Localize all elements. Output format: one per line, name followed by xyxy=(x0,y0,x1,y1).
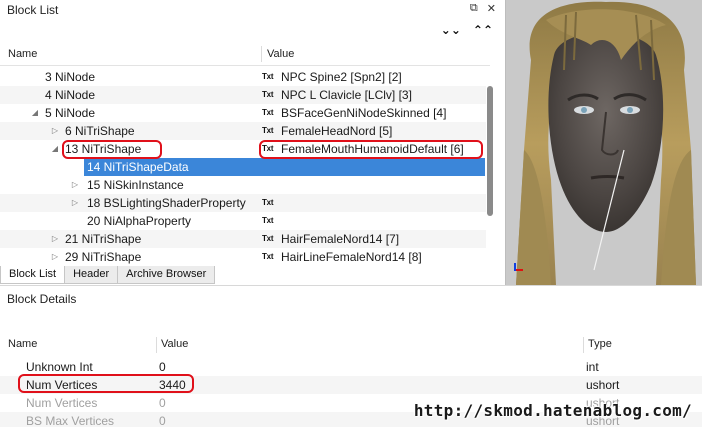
head-model-render xyxy=(514,1,696,285)
details-row[interactable]: Unknown Int 0 int xyxy=(0,358,702,376)
field-name: BS Max Vertices xyxy=(26,414,115,427)
block-name: 20 NiAlphaProperty xyxy=(87,214,192,228)
tree-scrollbar[interactable] xyxy=(486,66,494,266)
tree-row[interactable]: ▷ 29 NiTriShape Txt HairLineFemaleNord14… xyxy=(0,248,486,266)
panel-tabs: Block List Header Archive Browser xyxy=(0,266,216,284)
collapse-buttons: ⌄⌄ ⌃⌃ xyxy=(441,23,493,37)
column-header-value[interactable]: Value xyxy=(267,48,294,60)
column-header-value[interactable]: Value xyxy=(161,338,188,350)
tree-row[interactable]: 20 NiAlphaProperty Txt xyxy=(0,212,486,230)
block-details-title: Block Details xyxy=(7,292,77,306)
tab-archive-browser[interactable]: Archive Browser xyxy=(117,266,216,284)
field-type: int xyxy=(586,360,599,374)
field-name: Num Vertices xyxy=(26,396,98,410)
block-list-title: Block List xyxy=(7,3,59,17)
float-panel-icon[interactable]: ⧉ xyxy=(470,2,478,15)
column-header-name[interactable]: Name xyxy=(8,48,37,60)
block-name: 21 NiTriShape xyxy=(65,232,142,246)
tree-row[interactable]: ◢ 13 NiTriShape Txt FemaleMouthHumanoidD… xyxy=(0,140,486,158)
column-divider[interactable] xyxy=(156,337,157,353)
render-viewport[interactable] xyxy=(505,0,702,285)
block-value: HairFemaleNord14 [7] xyxy=(281,232,400,246)
expand-all-icon[interactable]: ⌄⌄ xyxy=(441,23,461,37)
tree-row[interactable]: ▷ 18 BSLightingShaderProperty Txt xyxy=(0,194,486,212)
text-value-icon: Txt xyxy=(262,108,274,117)
text-value-icon: Txt xyxy=(262,90,274,99)
block-name: 29 NiTriShape xyxy=(65,250,142,264)
block-name: 15 NiSkinInstance xyxy=(87,178,184,192)
text-value-icon: Txt xyxy=(262,216,274,225)
tree-header: Name Value xyxy=(0,42,490,66)
block-value: BSFaceGenNiNodeSkinned [4] xyxy=(281,106,447,120)
tree-row[interactable]: 3 NiNode Txt NPC Spine2 [Spn2] [2] xyxy=(0,68,486,86)
tab-block-list[interactable]: Block List xyxy=(0,266,66,284)
watermark-url: http://skmod.hatenablog.com/ xyxy=(413,401,692,420)
block-value: NPC Spine2 [Spn2] [2] xyxy=(281,70,402,84)
panel-title-buttons: ⧉ ✕ xyxy=(470,2,496,15)
collapse-all-icon[interactable]: ⌃⌃ xyxy=(473,23,493,37)
block-name: 6 NiTriShape xyxy=(65,124,135,138)
field-name: Unknown Int xyxy=(26,360,93,374)
expanded-arrow-icon[interactable]: ◢ xyxy=(50,140,60,158)
column-divider[interactable] xyxy=(261,46,262,62)
text-value-icon: Txt xyxy=(262,234,274,243)
details-row[interactable]: Num Vertices 3440 ushort xyxy=(0,376,702,394)
details-header: Name Value Type xyxy=(0,334,702,356)
block-value: FemaleMouthHumanoidDefault [6] xyxy=(281,142,464,156)
close-panel-icon[interactable]: ✕ xyxy=(487,2,496,15)
field-value[interactable]: 3440 xyxy=(159,376,186,394)
field-value[interactable]: 0 xyxy=(159,358,166,376)
block-name: 14 NiTriShapeData xyxy=(84,158,485,176)
tab-header[interactable]: Header xyxy=(64,266,119,284)
collapsed-arrow-icon[interactable]: ▷ xyxy=(50,248,60,266)
field-type: ushort xyxy=(586,378,620,392)
block-name: 4 NiNode xyxy=(45,88,96,102)
tree-row-selected[interactable]: 14 NiTriShapeData xyxy=(0,158,486,176)
block-details-panel: Block Details Name Value Type Unknown In… xyxy=(0,285,702,427)
block-name: 13 NiTriShape xyxy=(65,142,142,156)
scrollbar-thumb[interactable] xyxy=(487,86,493,216)
tree-row[interactable]: ▷ 21 NiTriShape Txt HairFemaleNord14 [7] xyxy=(0,230,486,248)
block-value: FemaleHeadNord [5] xyxy=(281,124,393,138)
tree-row[interactable]: ◢ 5 NiNode Txt BSFaceGenNiNodeSkinned [4… xyxy=(0,104,486,122)
block-tree: 3 NiNode Txt NPC Spine2 [Spn2] [2] 4 NiN… xyxy=(0,68,486,266)
expanded-arrow-icon[interactable]: ◢ xyxy=(30,104,40,122)
text-value-icon: Txt xyxy=(262,198,274,207)
tree-row[interactable]: ▷ 15 NiSkinInstance xyxy=(0,176,486,194)
field-name: Num Vertices xyxy=(26,378,98,392)
tree-row[interactable]: 4 NiNode Txt NPC L Clavicle [LClv] [3] xyxy=(0,86,486,104)
column-divider[interactable] xyxy=(583,337,584,353)
block-value: NPC L Clavicle [LClv] [3] xyxy=(281,88,412,102)
collapsed-arrow-icon[interactable]: ▷ xyxy=(70,194,80,212)
field-value[interactable]: 0 xyxy=(159,412,166,427)
text-value-icon: Txt xyxy=(262,72,274,81)
tree-row[interactable]: ▷ 6 NiTriShape Txt FemaleHeadNord [5] xyxy=(0,122,486,140)
column-header-name[interactable]: Name xyxy=(8,338,37,350)
text-value-icon: Txt xyxy=(262,144,274,153)
block-name: 3 NiNode xyxy=(45,70,96,84)
field-value[interactable]: 0 xyxy=(159,394,166,412)
block-list-panel: Block List ⧉ ✕ ⌄⌄ ⌃⌃ Name Value 3 NiNode… xyxy=(0,0,505,285)
block-value: HairLineFemaleNord14 [8] xyxy=(281,250,422,264)
collapsed-arrow-icon[interactable]: ▷ xyxy=(70,176,80,194)
column-header-type[interactable]: Type xyxy=(588,338,612,350)
collapsed-arrow-icon[interactable]: ▷ xyxy=(50,230,60,248)
collapsed-arrow-icon[interactable]: ▷ xyxy=(50,122,60,140)
text-value-icon: Txt xyxy=(262,126,274,135)
text-value-icon: Txt xyxy=(262,252,274,261)
block-name: 5 NiNode xyxy=(45,106,96,120)
block-name: 18 BSLightingShaderProperty xyxy=(87,196,246,210)
